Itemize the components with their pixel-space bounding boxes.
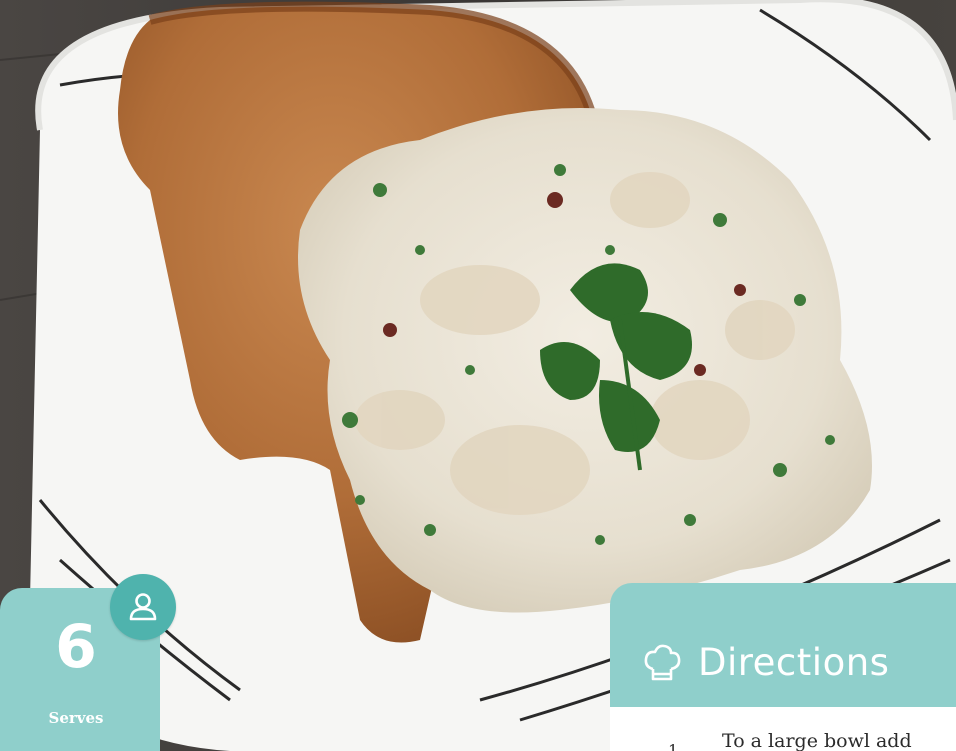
directions-header: Directions — [640, 641, 889, 685]
chef-hat-icon — [644, 644, 681, 681]
serves-count: 6 — [55, 612, 97, 682]
directions-title: Directions — [698, 641, 890, 684]
step-text: To a large bowl add — [722, 730, 912, 751]
directions-card: Directions 1. To a large bowl add — [610, 583, 956, 751]
step-number: 1. — [668, 741, 684, 751]
serves-label: Serves — [48, 709, 104, 727]
directions-list: 1. To a large bowl add — [610, 707, 956, 751]
